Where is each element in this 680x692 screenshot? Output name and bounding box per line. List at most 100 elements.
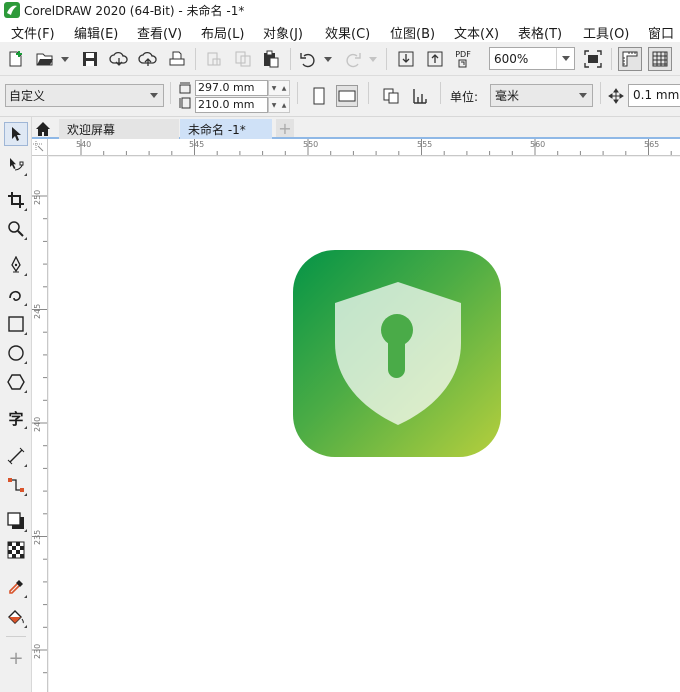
cloud-upload-button[interactable]: [137, 48, 159, 70]
menu-text[interactable]: 文本(X): [454, 23, 499, 42]
artistic-media-tool[interactable]: [4, 283, 28, 307]
ruler-label: 565: [644, 140, 660, 149]
shield-lock-icon[interactable]: [333, 281, 463, 426]
publish-pdf-button[interactable]: PDF: [452, 48, 474, 70]
hexagon-icon: [7, 374, 25, 390]
landscape-button[interactable]: [336, 85, 358, 107]
eyedropper-tool[interactable]: [4, 575, 28, 599]
cut-icon: [207, 52, 221, 66]
open-button[interactable]: [34, 48, 56, 70]
vertical-ruler[interactable]: 250 245 240 235 230: [32, 156, 48, 692]
checkerboard-icon: [7, 541, 25, 559]
show-rulers-button[interactable]: [618, 47, 642, 71]
drop-shadow-tool[interactable]: [4, 509, 28, 533]
menu-table[interactable]: 表格(T): [518, 23, 562, 42]
ruler-label: 550: [303, 140, 319, 149]
connector-tool[interactable]: [4, 473, 28, 497]
magnifier-icon: [8, 221, 24, 237]
page-width-field[interactable]: 297.0 mm: [195, 80, 268, 96]
undo-dropdown-arrow[interactable]: [324, 55, 332, 63]
coreldraw-logo-icon: [4, 2, 20, 18]
page-height-field[interactable]: 210.0 mm: [195, 97, 268, 113]
transparency-tool[interactable]: [4, 538, 28, 562]
home-button[interactable]: [32, 119, 54, 139]
chevron-down-icon[interactable]: [145, 93, 163, 98]
open-folder-icon: [36, 53, 53, 66]
current-page-button[interactable]: [409, 85, 431, 107]
shape-tool[interactable]: [4, 153, 28, 177]
interactive-fill-tool[interactable]: [4, 605, 28, 629]
pick-tool[interactable]: [4, 122, 28, 146]
tab-document[interactable]: 未命名 -1*: [180, 119, 272, 139]
dimension-line-icon: [7, 447, 25, 465]
horizontal-ruler[interactable]: 540 545 550 555 560 565: [48, 139, 680, 156]
menu-window[interactable]: 窗口: [648, 23, 674, 42]
menu-view[interactable]: 查看(V): [137, 23, 182, 42]
menu-layout[interactable]: 布局(L): [201, 23, 244, 42]
crop-tool[interactable]: [4, 188, 28, 212]
toolbox: 字 +: [0, 117, 32, 692]
zoom-tool[interactable]: [4, 217, 28, 241]
menu-object[interactable]: 对象(J): [263, 23, 303, 42]
polygon-tool[interactable]: [4, 370, 28, 394]
new-tab-button[interactable]: +: [276, 119, 294, 138]
save-disk-icon: [83, 52, 97, 66]
tab-welcome-screen[interactable]: 欢迎屏幕: [59, 119, 179, 139]
menu-edit[interactable]: 编辑(E): [74, 23, 118, 42]
parallel-dimension-tool[interactable]: [4, 444, 28, 468]
new-document-button[interactable]: [5, 48, 27, 70]
nudge-distance-field[interactable]: 0.1 mm: [628, 84, 680, 107]
menu-effects[interactable]: 效果(C): [325, 23, 370, 42]
menu-tools[interactable]: 工具(O): [583, 23, 629, 42]
cloud-upload-icon: [138, 51, 157, 66]
redo-icon: [346, 53, 361, 68]
undo-button[interactable]: [297, 48, 319, 70]
paste-clipboard-icon: [264, 50, 279, 68]
ruler-label: 250: [33, 189, 42, 205]
full-screen-button[interactable]: [582, 48, 604, 70]
text-tool[interactable]: 字: [4, 406, 28, 430]
pdf-icon: [458, 59, 467, 67]
all-pages-icon: [383, 88, 399, 104]
save-button[interactable]: [79, 48, 101, 70]
print-button[interactable]: [166, 48, 188, 70]
export-button[interactable]: [424, 48, 446, 70]
paste-button[interactable]: [260, 48, 282, 70]
open-dropdown-arrow[interactable]: [61, 55, 69, 63]
freehand-tool[interactable]: [4, 253, 28, 277]
new-document-icon: [9, 51, 22, 67]
curve-brush-icon: [9, 290, 21, 301]
ruler-origin-icon: [33, 141, 44, 152]
menu-file[interactable]: 文件(F): [11, 23, 55, 42]
ruler-label: 245: [33, 303, 42, 319]
connector-icon: [8, 478, 24, 492]
zoom-level-combobox[interactable]: 600%: [489, 47, 575, 70]
text-tool-glyph: 字: [8, 409, 24, 428]
redo-dropdown-arrow[interactable]: [369, 55, 377, 63]
show-grid-button[interactable]: [648, 47, 672, 71]
page-height-spinner[interactable]: ▼ ▲: [268, 97, 290, 113]
horizontal-ruler-ticks: [80, 139, 672, 155]
drop-shadow-icon: [7, 512, 24, 529]
pdf-label: PDF: [455, 49, 471, 59]
ellipse-tool[interactable]: [4, 341, 28, 365]
import-button[interactable]: [395, 48, 417, 70]
ruler-origin[interactable]: [32, 139, 48, 156]
chevron-down-icon[interactable]: [556, 48, 574, 69]
menu-bitmaps[interactable]: 位图(B): [390, 23, 435, 42]
chevron-down-icon[interactable]: [574, 93, 592, 98]
rectangle-tool[interactable]: [4, 312, 28, 336]
cloud-download-button[interactable]: [108, 48, 130, 70]
units-combobox[interactable]: 毫米: [490, 84, 593, 107]
customize-toolbox-button[interactable]: +: [4, 646, 28, 670]
cut-button[interactable]: [203, 48, 225, 70]
page-preset-combobox[interactable]: 自定义: [5, 84, 164, 107]
redo-button[interactable]: [342, 48, 364, 70]
copy-button[interactable]: [232, 48, 254, 70]
pointer-arrow-icon: [12, 127, 21, 141]
portrait-button[interactable]: [308, 85, 330, 107]
all-pages-button[interactable]: [380, 85, 402, 107]
current-page-icon: [413, 89, 427, 104]
page-width-icon: [179, 82, 191, 94]
page-width-spinner[interactable]: ▼ ▲: [268, 80, 290, 96]
